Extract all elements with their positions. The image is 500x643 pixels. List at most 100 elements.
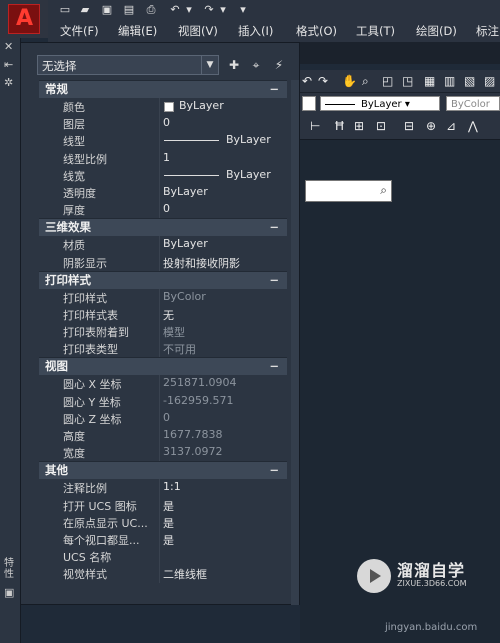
- property-row[interactable]: 圆心 Y 坐标 -162959.571: [39, 392, 287, 410]
- property-value[interactable]: 是: [163, 498, 174, 514]
- property-value[interactable]: 0: [163, 411, 170, 424]
- property-row[interactable]: 圆心 Z 坐标 0: [39, 409, 287, 427]
- select-objects-icon[interactable]: ⌖: [248, 57, 264, 73]
- property-row[interactable]: 视觉样式 二维线框: [39, 565, 287, 583]
- property-value[interactable]: 二维线框: [163, 566, 207, 582]
- zoom-realtime-icon[interactable]: ⌕: [362, 73, 369, 89]
- undo-dropdown-icon[interactable]: ▾: [182, 3, 196, 16]
- quick-dimension-icon[interactable]: ⊡: [376, 118, 386, 134]
- menu-view[interactable]: 视图(V): [178, 23, 218, 39]
- section-header[interactable]: 常规 −: [39, 80, 287, 98]
- collapse-icon[interactable]: −: [269, 81, 279, 98]
- property-value[interactable]: ByLayer: [226, 168, 271, 181]
- design-center-icon[interactable]: ▥: [444, 73, 455, 89]
- new-file-icon[interactable]: ▭: [58, 3, 72, 16]
- collapse-icon[interactable]: −: [269, 272, 279, 289]
- property-value[interactable]: 无: [163, 307, 174, 323]
- linetype-dropdown[interactable]: ByLayer ▾: [320, 96, 440, 111]
- jogged-linear-icon[interactable]: ⋀: [468, 118, 478, 134]
- property-value[interactable]: -162959.571: [163, 394, 233, 407]
- menu-dimension[interactable]: 标注: [476, 23, 499, 39]
- section-header[interactable]: 打印样式 −: [39, 270, 287, 289]
- property-value[interactable]: 是: [163, 532, 174, 548]
- save-icon[interactable]: ▣: [100, 3, 114, 16]
- property-row[interactable]: 打印样式 ByColor: [39, 288, 287, 306]
- property-row[interactable]: 线宽 ByLayer: [39, 166, 287, 184]
- chevron-down-icon[interactable]: ▼: [201, 56, 218, 74]
- property-value[interactable]: 投射和接收阴影: [163, 255, 240, 271]
- pan-icon[interactable]: ✋: [342, 73, 357, 89]
- collapse-icon[interactable]: −: [269, 358, 279, 375]
- property-row[interactable]: 圆心 X 坐标 251871.0904: [39, 375, 287, 393]
- property-value[interactable]: 0: [163, 202, 170, 215]
- redo-icon[interactable]: ↷: [318, 73, 328, 89]
- sheet-set-icon[interactable]: ▨: [484, 73, 495, 89]
- baseline-dimension-icon[interactable]: Ħ: [334, 118, 345, 134]
- application-menu-button[interactable]: A: [0, 0, 49, 38]
- menu-file[interactable]: 文件(F): [60, 23, 99, 39]
- plotstyle-dropdown[interactable]: ByColor: [446, 96, 500, 111]
- property-value[interactable]: ByLayer: [163, 237, 208, 250]
- property-value[interactable]: 251871.0904: [163, 376, 236, 389]
- property-row[interactable]: 打印样式表 无: [39, 305, 287, 324]
- property-row[interactable]: 打印表附着到 模型: [39, 323, 287, 341]
- property-row[interactable]: 打开 UCS 图标 是: [39, 496, 287, 514]
- menu-insert[interactable]: 插入(I): [238, 23, 273, 39]
- property-row[interactable]: 颜色 ByLayer: [39, 98, 287, 116]
- property-row[interactable]: 每个视口都显... 是: [39, 530, 287, 549]
- property-value[interactable]: 3137.0972: [163, 445, 223, 458]
- tool-palettes-icon[interactable]: ▧: [464, 73, 475, 89]
- collapse-icon[interactable]: −: [269, 462, 279, 479]
- properties-icon[interactable]: ▦: [424, 73, 435, 89]
- undo-icon[interactable]: ↶: [302, 73, 312, 89]
- property-row[interactable]: 线型比例 1: [39, 149, 287, 167]
- property-value[interactable]: 0: [163, 116, 170, 129]
- property-row[interactable]: UCS 名称: [39, 548, 287, 566]
- property-row[interactable]: 透明度 ByLayer: [39, 183, 287, 202]
- undo-icon[interactable]: ↶: [168, 3, 182, 16]
- property-row[interactable]: 厚度 0: [39, 201, 287, 219]
- ordinate-dimension-icon[interactable]: ⊞: [354, 118, 364, 134]
- property-row[interactable]: 材质 ByLayer: [39, 236, 287, 254]
- linear-dimension-icon[interactable]: ⊢: [310, 118, 320, 134]
- quick-select-icon[interactable]: ⚡: [271, 57, 287, 73]
- find-icon[interactable]: ⌕: [380, 183, 387, 198]
- section-header[interactable]: 视图 −: [39, 357, 287, 376]
- palette-menu-icon[interactable]: ▣: [4, 586, 14, 599]
- redo-dropdown-icon[interactable]: ▾: [216, 3, 230, 16]
- toggle-pickadd-icon[interactable]: ✚: [226, 57, 242, 73]
- find-text-input[interactable]: ⌕: [305, 180, 392, 202]
- property-value[interactable]: ByColor: [163, 290, 206, 303]
- section-header[interactable]: 其他 −: [39, 461, 287, 480]
- inspect-icon[interactable]: ⊿: [446, 118, 456, 134]
- property-row[interactable]: 宽度 3137.0972: [39, 444, 287, 462]
- save-as-icon[interactable]: ▤: [122, 3, 136, 16]
- property-value[interactable]: ByLayer: [226, 133, 271, 146]
- property-row[interactable]: 打印表类型 不可用: [39, 340, 287, 358]
- redo-icon[interactable]: ↷: [202, 3, 216, 16]
- open-folder-icon[interactable]: ▰: [78, 3, 92, 16]
- scrollbar[interactable]: [291, 80, 299, 605]
- property-value[interactable]: ByLayer: [163, 185, 208, 198]
- property-value[interactable]: 1677.7838: [163, 428, 223, 441]
- property-row[interactable]: 注释比例 1:1: [39, 479, 287, 497]
- selection-dropdown[interactable]: 无选择 ▼: [37, 55, 219, 75]
- property-value[interactable]: 1:1: [163, 480, 181, 493]
- property-row[interactable]: 图层 0: [39, 115, 287, 133]
- customize-toolbar-icon[interactable]: ▾: [236, 3, 250, 16]
- print-icon[interactable]: ⎙: [144, 3, 158, 16]
- property-value[interactable]: 1: [163, 151, 170, 164]
- collapse-icon[interactable]: −: [269, 219, 279, 236]
- property-row[interactable]: 阴影显示 投射和接收阴影: [39, 253, 287, 271]
- property-value[interactable]: 模型: [163, 324, 185, 340]
- property-row[interactable]: 线型 ByLayer: [39, 132, 287, 150]
- menu-tools[interactable]: 工具(T): [356, 23, 395, 39]
- close-icon[interactable]: ✕: [4, 40, 13, 53]
- section-header[interactable]: 三维效果 −: [39, 218, 287, 237]
- property-row[interactable]: 高度 1677.7838: [39, 427, 287, 445]
- property-row[interactable]: 在原点显示 UC... 是: [39, 513, 287, 531]
- palette-settings-icon[interactable]: ✲: [4, 76, 13, 89]
- property-value[interactable]: ByLayer: [179, 99, 224, 112]
- zoom-window-icon[interactable]: ◰: [382, 73, 393, 89]
- menu-edit[interactable]: 编辑(E): [118, 23, 157, 39]
